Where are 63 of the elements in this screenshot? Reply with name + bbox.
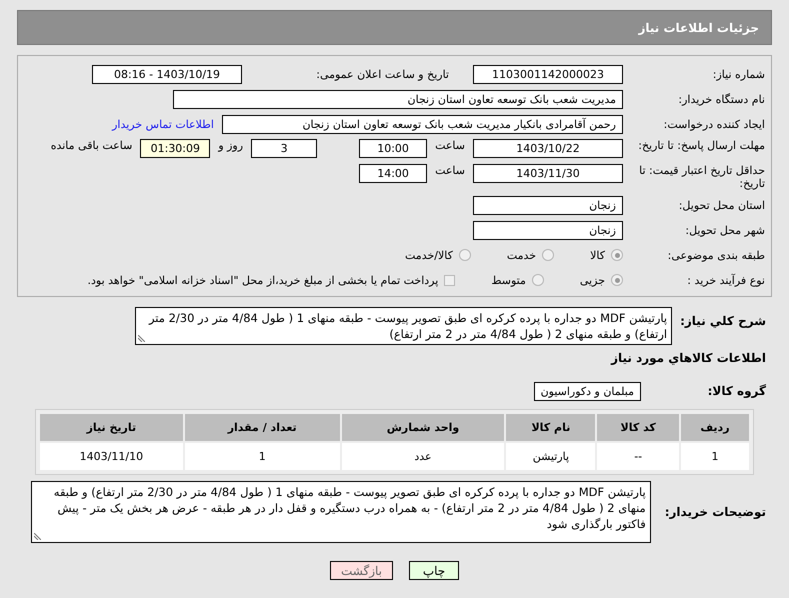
- option-label: کالا/خدمت: [405, 248, 453, 262]
- radio-button[interactable]: [458, 249, 471, 261]
- table-cell: 1403/11/10: [40, 443, 183, 470]
- summary-textarea[interactable]: پارتیشن MDF دو جداره با پرده کرکره ای طبق تصویر پیوست - طبقه منهای 1 ( طول 4/84 متر در 2/30 متر ارتفاع) و طبقه منهای 2 ( طول 4/84 متر در 2 متر ارتفاع): [135, 307, 672, 345]
- column-header: واحد شمارش: [342, 414, 504, 441]
- section-title: اطلاعات کالاهاي مورد نياز: [610, 351, 766, 365]
- option-label: جزیی: [580, 274, 605, 286]
- field-label: ایجاد کننده درخواست:: [662, 118, 765, 130]
- field-label: شهر محل تحویل:: [684, 224, 765, 236]
- time-field: 14:00: [359, 164, 428, 183]
- field-label: شماره نیاز:: [712, 68, 765, 80]
- field-label: ساعت: [435, 139, 465, 152]
- field-label: ساعت باقی مانده: [50, 139, 132, 152]
- need-number-field: 1103001142000023: [473, 64, 623, 84]
- field-label: استان محل تحویل:: [678, 198, 765, 212]
- field-label: نوع فرآیند خرید :: [686, 274, 765, 286]
- print-button[interactable]: چاپ: [409, 561, 459, 580]
- column-header: کد کالا: [597, 414, 679, 441]
- remaining-time-field: 01:30:09: [140, 139, 210, 158]
- field-label: ساعت: [435, 164, 465, 177]
- field-label: طبقه بندی موضوعی:: [666, 248, 765, 262]
- field-label: نام دستگاه خریدار:: [677, 92, 765, 106]
- buyer-org-field: مدیریت شعب بانک توسعه تعاون استان زنجان: [173, 90, 623, 108]
- page-title: جزئیات اطلاعات نیاز: [17, 10, 772, 45]
- column-header: نام کالا: [506, 414, 596, 441]
- requester-field: رحمن آقامرادی بانکیار مدیریت شعب بانک توسعه تعاون استان زنجان: [222, 114, 623, 134]
- announce-date-field: 1403/10/19 - 08:16: [92, 64, 242, 84]
- column-header: تعداد / مقدار: [184, 414, 340, 441]
- radio-button[interactable]: [611, 249, 623, 261]
- date-field: 1403/11/30: [473, 164, 623, 183]
- resize-grip-icon[interactable]: [138, 335, 146, 342]
- radio-button[interactable]: [611, 274, 623, 286]
- buyer-notes-textarea[interactable]: پارتیشن MDF دو جداره با پرده کرکره ای طبق تصویر پیوست - طبقه منهای 1 ( طول 4/84 متر در 2/30 متر ارتفاع) و طبقه منهای 2 ( طول 4/84 متر در 2 متر ارتفاع) - به همراه درب دستگیره و قفل دار در هر طبقه - عرض هر بخش یک متر - پیش فاکتور بارگذاری شود: [30, 481, 651, 543]
- table-cell: پارتیشن: [506, 443, 596, 470]
- radio-button[interactable]: [532, 274, 544, 286]
- checkbox[interactable]: [444, 274, 456, 286]
- option-label: کالا: [590, 248, 605, 262]
- date-field: 1403/10/22: [473, 139, 623, 158]
- field-label: حداقل تاریخ اعتبار قیمت: تا تاریخ:: [638, 164, 765, 190]
- goods-group-field: مبلمان و دکوراسیون: [534, 382, 641, 400]
- time-field: 10:00: [359, 139, 428, 158]
- table-cell: 1: [680, 443, 749, 470]
- radio-button[interactable]: [542, 249, 554, 261]
- buyer-contact-link[interactable]: اطلاعات تماس خریدار: [112, 118, 214, 130]
- back-button[interactable]: بازگشت: [330, 561, 393, 580]
- table-cell: 1: [184, 443, 340, 470]
- option-label: خدمت: [506, 248, 536, 262]
- city-field: زنجان: [473, 220, 623, 240]
- province-field: زنجان: [473, 196, 623, 214]
- column-header: ردیف: [680, 414, 749, 441]
- column-header: تاریخ نیاز: [40, 414, 183, 441]
- table-cell: --: [597, 443, 679, 470]
- field-label: شرح کلي نياز:: [680, 315, 766, 328]
- option-label: پرداخت تمام یا بخشی از مبلغ خرید،از محل "اسناد خزانه اسلامی" خواهد بود.: [88, 274, 438, 286]
- field-label: روز و: [218, 139, 244, 152]
- resize-grip-icon[interactable]: [34, 533, 41, 540]
- field-label: گروه کالا:: [706, 384, 766, 398]
- days-field: 3: [251, 139, 318, 158]
- field-label: مهلت ارسال پاسخ: تا تاریخ:: [637, 139, 765, 152]
- field-label: توضیحات خریدار:: [664, 506, 766, 518]
- field-label: تاریخ و ساعت اعلان عمومی:: [316, 68, 449, 80]
- option-label: متوسط: [491, 274, 526, 286]
- table-cell: عدد: [342, 443, 504, 470]
